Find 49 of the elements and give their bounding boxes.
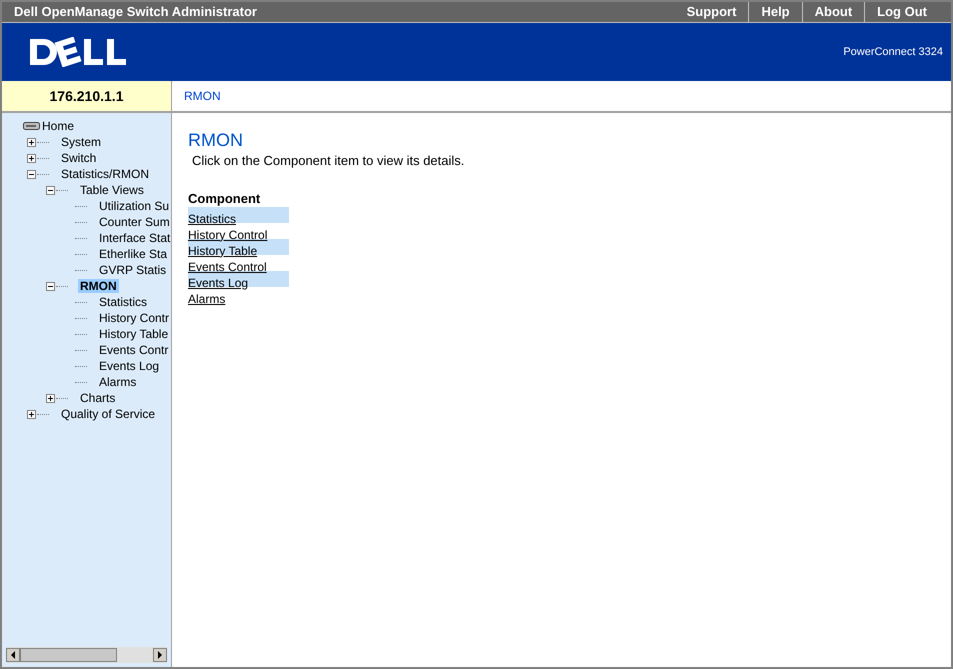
- tree-item[interactable]: Counter Sum: [97, 215, 172, 229]
- header-link[interactable]: Log Out: [864, 2, 939, 22]
- tree-item[interactable]: Utilization Su: [97, 199, 172, 213]
- scroll-left-icon[interactable]: [6, 648, 20, 662]
- tree-item[interactable]: Etherlike Sta: [97, 247, 170, 261]
- horizontal-scrollbar[interactable]: [6, 647, 167, 663]
- component-link[interactable]: History Control: [188, 228, 268, 242]
- tree-item[interactable]: Statistics: [97, 295, 150, 309]
- tree-item[interactable]: History Table: [97, 327, 170, 341]
- column-header: Component: [188, 190, 262, 206]
- header-link[interactable]: About: [802, 2, 864, 22]
- tree-item[interactable]: Quality of Service: [59, 407, 158, 421]
- expand-icon[interactable]: [46, 394, 55, 402]
- tree-item[interactable]: Switch: [59, 151, 98, 165]
- tree-item[interactable]: Home: [40, 119, 76, 133]
- drive-icon: [23, 122, 40, 130]
- component-link[interactable]: Events Log: [188, 276, 248, 290]
- scroll-right-icon[interactable]: [153, 648, 167, 662]
- tree-item[interactable]: Charts: [78, 391, 118, 405]
- model-name: PowerConnect 3324: [843, 44, 943, 60]
- tree-item[interactable]: RMON: [78, 279, 119, 293]
- component-link[interactable]: Alarms: [188, 292, 226, 306]
- header-link[interactable]: Support: [674, 2, 748, 22]
- ip-address: 176.210.1.1: [50, 86, 124, 106]
- expand-icon[interactable]: [27, 154, 36, 162]
- logo-icon: [28, 37, 128, 67]
- tree-item[interactable]: Statistics/RMON: [59, 167, 152, 181]
- tree-item[interactable]: Alarms: [97, 375, 138, 389]
- component-link[interactable]: Statistics: [188, 212, 236, 226]
- expand-icon[interactable]: [27, 138, 36, 146]
- tree-item[interactable]: Events Contr: [97, 343, 170, 357]
- component-link[interactable]: History Table: [188, 244, 258, 258]
- tree-item[interactable]: System: [59, 135, 104, 149]
- tree-item[interactable]: Interface Stat: [97, 231, 172, 245]
- tree-item[interactable]: History Contr: [97, 311, 172, 325]
- header-link[interactable]: Help: [748, 2, 802, 22]
- collapse-icon[interactable]: [27, 170, 36, 178]
- app-title: Dell OpenManage Switch Administrator: [14, 3, 257, 22]
- collapse-icon[interactable]: [46, 282, 55, 290]
- instructions: Click on the Component item to view its details.: [192, 152, 466, 170]
- tree-item[interactable]: Table Views: [78, 183, 146, 197]
- page-heading: RMON: [188, 129, 244, 151]
- breadcrumb-link[interactable]: RMON: [184, 87, 221, 105]
- component-link[interactable]: Events Control: [188, 260, 267, 274]
- tree-item[interactable]: Events Log: [97, 359, 162, 373]
- scroll-thumb[interactable]: [20, 648, 117, 662]
- tree-item[interactable]: GVRP Statis: [97, 263, 168, 277]
- collapse-icon[interactable]: [46, 186, 55, 194]
- expand-icon[interactable]: [27, 410, 36, 418]
